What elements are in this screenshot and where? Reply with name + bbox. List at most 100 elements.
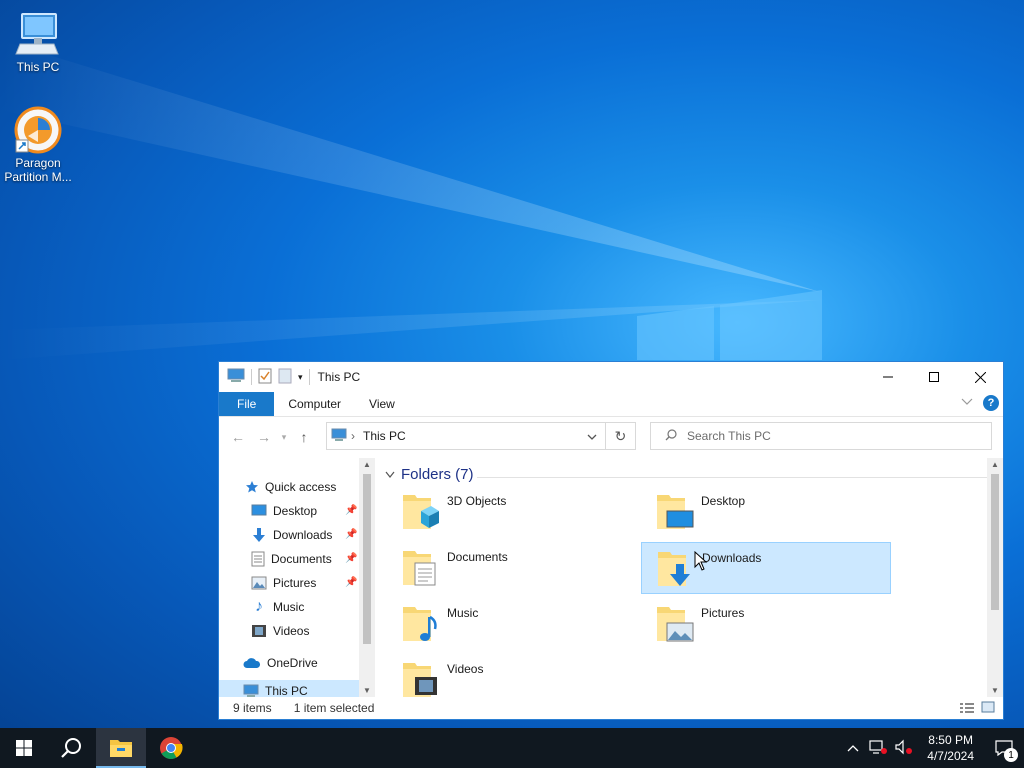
search-button[interactable] xyxy=(48,728,96,768)
nav-this-pc[interactable]: This PC xyxy=(219,680,359,697)
volume-muted-icon[interactable] xyxy=(891,739,917,758)
taskbar: 8:50 PM 4/7/2024 1 xyxy=(0,728,1024,768)
start-button[interactable] xyxy=(0,728,48,768)
folder-label: Downloads xyxy=(702,551,762,565)
nav-label: Music xyxy=(273,600,305,614)
desktop-folder-icon xyxy=(655,489,695,533)
scrollbar-thumb[interactable] xyxy=(991,474,999,610)
network-icon[interactable] xyxy=(865,739,891,758)
picture-icon xyxy=(251,576,267,590)
videos-folder-icon xyxy=(401,657,441,697)
folder-tile-downloads[interactable]: Downloads xyxy=(641,542,891,594)
monitor-icon xyxy=(14,10,62,58)
title-bar[interactable]: ▾ This PC xyxy=(219,362,1003,392)
search-box[interactable]: Search This PC xyxy=(650,422,992,450)
pictures-folder-icon xyxy=(655,601,695,645)
folder-tile-3d-objects[interactable]: 3D Objects xyxy=(387,486,637,538)
this-pc-address-icon xyxy=(331,428,347,445)
nav-item-videos[interactable]: Videos xyxy=(251,620,309,642)
scroll-up-icon[interactable]: ▲ xyxy=(991,460,999,469)
action-center-button[interactable]: 1 xyxy=(984,728,1024,768)
nav-label: Pictures xyxy=(273,576,317,590)
nav-quick-access[interactable]: Quick access xyxy=(245,476,336,498)
navigation-bar: ← → ▾ ↑ › This PC ↻ Search This PC xyxy=(219,417,1003,457)
scroll-down-icon[interactable]: ▼ xyxy=(991,686,999,695)
show-hidden-icons-chevron-icon[interactable] xyxy=(841,741,865,755)
pin-icon[interactable]: 📌 xyxy=(345,577,357,588)
properties-icon[interactable] xyxy=(258,368,272,387)
folder-tile-videos[interactable]: Videos xyxy=(387,654,637,697)
up-arrow-icon[interactable]: ↑ xyxy=(291,429,317,445)
document-icon xyxy=(251,551,265,567)
taskbar-file-explorer[interactable] xyxy=(96,728,146,768)
folder-tile-pictures[interactable]: Pictures xyxy=(641,598,891,650)
search-placeholder: Search This PC xyxy=(687,429,771,443)
customize-toolbar-chevron-icon[interactable]: ▾ xyxy=(298,372,303,383)
nav-label: OneDrive xyxy=(267,656,318,670)
nav-onedrive[interactable]: OneDrive xyxy=(243,652,318,674)
window-title: This PC xyxy=(317,370,361,384)
nav-item-music[interactable]: ♪ Music xyxy=(251,596,304,618)
clock-time: 8:50 PM xyxy=(928,733,973,747)
system-tray: 8:50 PM 4/7/2024 1 xyxy=(841,728,1024,768)
music-note-icon: ♪ xyxy=(255,598,263,615)
large-icons-view-icon[interactable] xyxy=(981,701,995,716)
maximize-button[interactable] xyxy=(911,362,957,392)
details-view-icon[interactable] xyxy=(959,701,975,717)
minimize-button[interactable] xyxy=(865,362,911,392)
refresh-icon: ↻ xyxy=(614,427,627,444)
forward-arrow-icon[interactable]: → xyxy=(251,429,277,445)
content-scrollbar[interactable]: ▲ ▼ xyxy=(987,458,1003,697)
nav-item-downloads[interactable]: Downloads xyxy=(251,524,332,546)
windows-logo-icon xyxy=(16,740,32,756)
address-dropdown-chevron-icon[interactable] xyxy=(587,431,597,445)
tab-file[interactable]: File xyxy=(219,392,275,416)
this-pc-small-icon[interactable] xyxy=(227,368,245,387)
folder-tile-desktop[interactable]: Desktop xyxy=(641,486,891,538)
nav-item-documents[interactable]: Documents xyxy=(251,548,332,570)
close-button[interactable] xyxy=(957,362,1003,392)
new-folder-icon[interactable] xyxy=(278,368,292,387)
tab-view[interactable]: View xyxy=(355,392,409,416)
3d-objects-icon xyxy=(401,489,441,533)
back-arrow-icon[interactable]: ← xyxy=(225,429,251,445)
file-explorer-icon xyxy=(110,740,132,757)
expand-ribbon-chevron-icon[interactable] xyxy=(961,397,973,409)
refresh-button[interactable]: ↻ xyxy=(606,422,636,450)
nav-label: Documents xyxy=(271,552,332,566)
pin-icon[interactable]: 📌 xyxy=(345,529,357,540)
star-icon xyxy=(246,481,258,493)
chrome-icon xyxy=(160,737,183,759)
group-header-folders[interactable]: Folders (7) xyxy=(385,466,987,483)
tab-computer[interactable]: Computer xyxy=(274,392,355,416)
nav-pane-scrollbar[interactable]: ▲ ▼ xyxy=(359,458,375,697)
clock[interactable]: 8:50 PM 4/7/2024 xyxy=(917,732,984,764)
desktop-icon-this-pc[interactable]: This PC xyxy=(0,10,76,74)
collapse-chevron-icon[interactable] xyxy=(385,471,395,479)
address-bar[interactable]: › This PC xyxy=(326,422,606,450)
group-divider xyxy=(477,477,987,478)
folder-label: Pictures xyxy=(701,606,745,620)
nav-item-desktop[interactable]: Desktop xyxy=(251,500,317,522)
search-icon xyxy=(665,428,677,444)
help-icon[interactable]: ? xyxy=(983,395,999,411)
file-explorer-window: ▾ This PC File Computer View ? ← → ▾ ↑ ›… xyxy=(218,361,1004,720)
folder-label: Videos xyxy=(447,662,484,676)
breadcrumb-this-pc[interactable]: This PC xyxy=(363,429,406,443)
recent-locations-chevron-icon[interactable]: ▾ xyxy=(277,432,291,443)
clock-date: 4/7/2024 xyxy=(927,749,974,763)
taskbar-chrome[interactable] xyxy=(146,728,196,768)
scroll-up-icon[interactable]: ▲ xyxy=(363,460,371,469)
breadcrumb-separator-icon[interactable]: › xyxy=(351,429,355,443)
folder-tile-documents[interactable]: Documents xyxy=(387,542,637,594)
downloads-folder-icon xyxy=(656,546,696,590)
pin-icon[interactable]: 📌 xyxy=(345,505,357,516)
pin-icon[interactable]: 📌 xyxy=(345,553,357,564)
desktop-icon-paragon[interactable]: Paragon Partition M... xyxy=(0,106,76,184)
scrollbar-thumb[interactable] xyxy=(363,474,371,644)
search-icon xyxy=(61,738,81,758)
status-bar: 9 items 1 item selected xyxy=(219,697,1003,719)
folder-tile-music[interactable]: Music xyxy=(387,598,637,650)
scroll-down-icon[interactable]: ▼ xyxy=(363,686,371,695)
nav-item-pictures[interactable]: Pictures xyxy=(251,572,316,594)
